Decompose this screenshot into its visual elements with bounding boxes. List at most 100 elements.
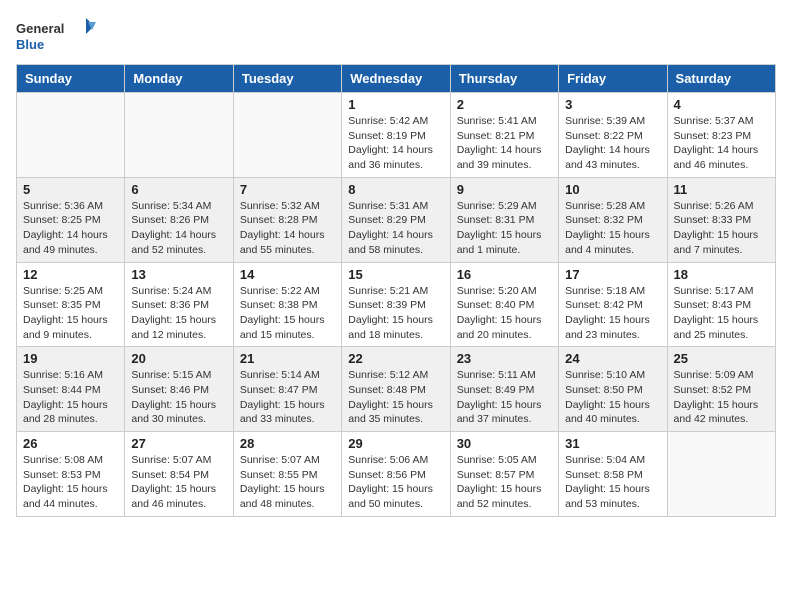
calendar-day-cell: 9Sunrise: 5:29 AMSunset: 8:31 PMDaylight… [450,177,558,262]
day-number: 5 [23,182,118,197]
calendar-day-header: Sunday [17,65,125,93]
calendar-day-cell: 16Sunrise: 5:20 AMSunset: 8:40 PMDayligh… [450,262,558,347]
day-number: 31 [565,436,660,451]
calendar-day-cell: 22 Sunrise: 5:12 AMSunset: 8:48 PMDayligh… [342,347,450,432]
day-number: 13 [131,267,226,282]
day-number: 18 [674,267,769,282]
day-info: Sunrise: 5:41 AMSunset: 8:21 PMDaylight:… [457,114,552,173]
day-info: Sunrise: 5:07 AMSunset: 8:54 PMDaylight:… [131,453,226,512]
calendar-table: SundayMondayTuesdayWednesdayThursdayFrid… [16,64,776,517]
day-number: 10 [565,182,660,197]
day-info: Sunrise: 5:26 AMSunset: 8:33 PMDaylight:… [674,199,769,258]
day-info: Sunrise: 5:05 AMSunset: 8:57 PMDaylight:… [457,453,552,512]
calendar-day-cell: 3 Sunrise: 5:39 AMSunset: 8:22 PMDaylight… [559,93,667,178]
day-info: Sunrise: 5:16 AMSunset: 8:44 PMDaylight:… [23,368,118,427]
calendar-day-cell [17,93,125,178]
calendar-day-cell: 7 Sunrise: 5:32 AMSunset: 8:28 PMDaylight… [233,177,341,262]
day-number: 21 [240,351,335,366]
calendar-day-cell: 19 Sunrise: 5:16 AMSunset: 8:44 PMDayligh… [17,347,125,432]
day-number: 24 [565,351,660,366]
day-number: 15 [348,267,443,282]
day-number: 7 [240,182,335,197]
day-info: Sunrise: 5:11 AMSunset: 8:49 PMDaylight:… [457,368,552,427]
calendar-day-cell: 1Sunrise: 5:42 AMSunset: 8:19 PMDaylight… [342,93,450,178]
calendar-day-header: Wednesday [342,65,450,93]
calendar-day-header: Friday [559,65,667,93]
day-number: 3 [565,97,660,112]
day-number: 19 [23,351,118,366]
calendar-day-cell: 4 Sunrise: 5:37 AMSunset: 8:23 PMDaylight… [667,93,775,178]
calendar-day-cell: 31 Sunrise: 5:04 AMSunset: 8:58 PMDayligh… [559,432,667,517]
day-number: 29 [348,436,443,451]
calendar-day-cell [125,93,233,178]
calendar-day-header: Thursday [450,65,558,93]
svg-text:Blue: Blue [16,37,44,52]
day-number: 20 [131,351,226,366]
day-info: Sunrise: 5:22 AMSunset: 8:38 PMDaylight:… [240,284,335,343]
calendar-week-row: 5 Sunrise: 5:36 AMSunset: 8:25 PMDaylight… [17,177,776,262]
day-info: Sunrise: 5:06 AMSunset: 8:56 PMDaylight:… [348,453,443,512]
calendar-day-cell: 12Sunrise: 5:25 AMSunset: 8:35 PMDayligh… [17,262,125,347]
day-info: Sunrise: 5:12 AMSunset: 8:48 PMDaylight:… [348,368,443,427]
calendar-day-cell: 10 Sunrise: 5:28 AMSunset: 8:32 PMDayligh… [559,177,667,262]
calendar-day-cell: 29 Sunrise: 5:06 AMSunset: 8:56 PMDayligh… [342,432,450,517]
day-number: 14 [240,267,335,282]
calendar-day-cell: 18 Sunrise: 5:17 AMSunset: 8:43 PMDayligh… [667,262,775,347]
calendar-day-cell: 24 Sunrise: 5:10 AMSunset: 8:50 PMDayligh… [559,347,667,432]
day-info: Sunrise: 5:32 AMSunset: 8:28 PMDaylight:… [240,199,335,258]
calendar-week-row: 1Sunrise: 5:42 AMSunset: 8:19 PMDaylight… [17,93,776,178]
day-info: Sunrise: 5:31 AMSunset: 8:29 PMDaylight:… [348,199,443,258]
calendar-day-cell: 25Sunrise: 5:09 AMSunset: 8:52 PMDayligh… [667,347,775,432]
calendar-day-cell: 27 Sunrise: 5:07 AMSunset: 8:54 PMDayligh… [125,432,233,517]
day-info: Sunrise: 5:42 AMSunset: 8:19 PMDaylight:… [348,114,443,173]
calendar-day-cell: 5 Sunrise: 5:36 AMSunset: 8:25 PMDaylight… [17,177,125,262]
calendar-week-row: 26 Sunrise: 5:08 AMSunset: 8:53 PMDayligh… [17,432,776,517]
calendar-day-cell [233,93,341,178]
day-number: 23 [457,351,552,366]
calendar-day-cell: 15 Sunrise: 5:21 AMSunset: 8:39 PMDayligh… [342,262,450,347]
day-info: Sunrise: 5:37 AMSunset: 8:23 PMDaylight:… [674,114,769,173]
page-header: General Blue [16,16,776,56]
calendar-day-cell: 8 Sunrise: 5:31 AMSunset: 8:29 PMDaylight… [342,177,450,262]
day-number: 22 [348,351,443,366]
day-info: Sunrise: 5:36 AMSunset: 8:25 PMDaylight:… [23,199,118,258]
day-number: 17 [565,267,660,282]
day-info: Sunrise: 5:08 AMSunset: 8:53 PMDaylight:… [23,453,118,512]
day-info: Sunrise: 5:10 AMSunset: 8:50 PMDaylight:… [565,368,660,427]
calendar-day-cell: 17 Sunrise: 5:18 AMSunset: 8:42 PMDayligh… [559,262,667,347]
calendar-day-cell: 13 Sunrise: 5:24 AMSunset: 8:36 PMDayligh… [125,262,233,347]
calendar-header-row: SundayMondayTuesdayWednesdayThursdayFrid… [17,65,776,93]
day-number: 28 [240,436,335,451]
svg-text:General: General [16,21,64,36]
day-number: 6 [131,182,226,197]
day-number: 8 [348,182,443,197]
calendar-day-header: Monday [125,65,233,93]
calendar-day-cell: 11 Sunrise: 5:26 AMSunset: 8:33 PMDayligh… [667,177,775,262]
calendar-day-cell: 2 Sunrise: 5:41 AMSunset: 8:21 PMDaylight… [450,93,558,178]
calendar-day-cell: 21 Sunrise: 5:14 AMSunset: 8:47 PMDayligh… [233,347,341,432]
day-number: 26 [23,436,118,451]
day-number: 12 [23,267,118,282]
day-info: Sunrise: 5:14 AMSunset: 8:47 PMDaylight:… [240,368,335,427]
calendar-week-row: 19 Sunrise: 5:16 AMSunset: 8:44 PMDayligh… [17,347,776,432]
day-info: Sunrise: 5:04 AMSunset: 8:58 PMDaylight:… [565,453,660,512]
day-info: Sunrise: 5:24 AMSunset: 8:36 PMDaylight:… [131,284,226,343]
day-number: 2 [457,97,552,112]
generalblue-logo: General Blue [16,16,96,56]
day-number: 27 [131,436,226,451]
day-info: Sunrise: 5:21 AMSunset: 8:39 PMDaylight:… [348,284,443,343]
day-info: Sunrise: 5:39 AMSunset: 8:22 PMDaylight:… [565,114,660,173]
day-info: Sunrise: 5:07 AMSunset: 8:55 PMDaylight:… [240,453,335,512]
day-number: 4 [674,97,769,112]
day-info: Sunrise: 5:28 AMSunset: 8:32 PMDaylight:… [565,199,660,258]
calendar-day-cell [667,432,775,517]
day-number: 11 [674,182,769,197]
calendar-day-cell: 23 Sunrise: 5:11 AMSunset: 8:49 PMDayligh… [450,347,558,432]
day-number: 30 [457,436,552,451]
day-info: Sunrise: 5:15 AMSunset: 8:46 PMDaylight:… [131,368,226,427]
day-info: Sunrise: 5:17 AMSunset: 8:43 PMDaylight:… [674,284,769,343]
logo: General Blue [16,16,96,56]
day-info: Sunrise: 5:18 AMSunset: 8:42 PMDaylight:… [565,284,660,343]
day-number: 16 [457,267,552,282]
day-info: Sunrise: 5:34 AMSunset: 8:26 PMDaylight:… [131,199,226,258]
